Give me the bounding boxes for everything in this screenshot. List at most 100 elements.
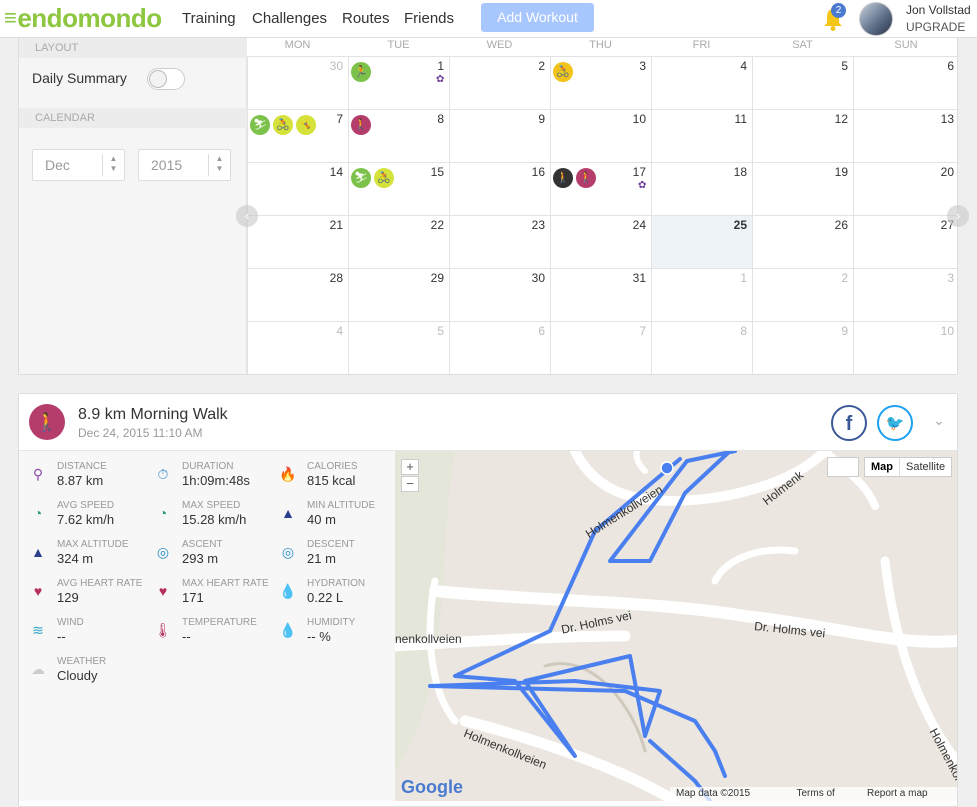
nav-challenges[interactable]: Challenges xyxy=(252,10,327,27)
day-number: 7 xyxy=(639,324,646,338)
skiing-icon[interactable]: ⛷ xyxy=(351,168,371,188)
day-header: TUE xyxy=(387,39,410,51)
day-number: 11 xyxy=(734,112,747,126)
calendar-day-cell[interactable]: 4 xyxy=(651,56,752,109)
next-month-button[interactable]: › xyxy=(947,205,969,227)
calendar-day-cell[interactable]: 24 xyxy=(550,215,651,268)
calendar-day-cell[interactable]: 12 xyxy=(752,109,853,162)
speedometer-icon: ◔ xyxy=(33,505,43,521)
walking-icon[interactable]: 🚶 xyxy=(576,168,596,188)
calendar-day-cell[interactable]: 11 xyxy=(651,109,752,162)
medal-icon[interactable]: ✿ xyxy=(638,181,648,191)
workout-stats: ⚲ DISTANCE 8.87 km ⏱ DURATION 1h:09m:48s 🔥 CALO… xyxy=(19,451,395,801)
calendar-day-cell[interactable]: 14 xyxy=(247,162,348,215)
day-number: 15 xyxy=(430,165,444,179)
calendar-day-cell[interactable]: 27 xyxy=(853,215,959,268)
map-type-control[interactable]: Map Satellite xyxy=(864,457,953,477)
calendar-day-cell[interactable]: 10 xyxy=(550,109,651,162)
calendar-day-cell[interactable]: 6 xyxy=(449,321,550,374)
nav-routes[interactable]: Routes xyxy=(342,10,390,27)
map-type-map[interactable]: Map xyxy=(865,458,900,476)
calendar-day-cell[interactable]: 25 xyxy=(651,215,752,268)
calendar-day-cell[interactable]: 31 xyxy=(550,268,651,321)
workout-title[interactable]: 8.9 km Morning Walk xyxy=(78,406,228,424)
calendar-day-cell[interactable]: 18 xyxy=(651,162,752,215)
fitness-icon[interactable]: 🤸 xyxy=(296,115,316,135)
calendar-day-cell[interactable]: 23 xyxy=(449,215,550,268)
day-header: THU xyxy=(589,39,612,51)
calendar-day-cell[interactable]: 20 xyxy=(853,162,959,215)
calendar-day-cell[interactable]: 30 xyxy=(247,56,348,109)
terms-link[interactable]: Terms of Use xyxy=(790,787,861,801)
walking-icon[interactable]: 🚶 xyxy=(351,115,371,135)
zoom-in-button[interactable]: + xyxy=(401,459,419,475)
day-header: SAT xyxy=(792,39,813,51)
day-number: 6 xyxy=(947,59,954,73)
facebook-share-icon[interactable]: f xyxy=(831,405,867,441)
stat-wind: ≋ WIND -- xyxy=(19,617,144,653)
calendar-day-cell[interactable]: 13 xyxy=(853,109,959,162)
nav-friends[interactable]: Friends xyxy=(404,10,454,27)
stat-value: 21 m xyxy=(307,551,336,566)
calendar-day-cell[interactable]: 1 xyxy=(651,268,752,321)
calendar-day-cell[interactable]: 3 xyxy=(853,268,959,321)
stat-value: 171 xyxy=(182,590,204,605)
month-select[interactable]: Dec ▲ ▼ xyxy=(32,149,125,181)
calendar-day-cell[interactable]: 7 xyxy=(550,321,651,374)
running-icon[interactable]: 🏃 xyxy=(351,62,371,82)
chevron-down-icon[interactable]: ⌄ xyxy=(933,412,945,429)
endomondo-logo[interactable]: ≡ endomondo xyxy=(4,3,162,33)
daily-summary-toggle[interactable] xyxy=(147,68,185,90)
skiing-icon[interactable]: ⛷ xyxy=(250,115,270,135)
calendar-day-cell[interactable]: 22 xyxy=(348,215,449,268)
cycling-icon[interactable]: 🚴 xyxy=(273,115,293,135)
calendar-day-cell[interactable]: 21 xyxy=(247,215,348,268)
calendar-day-cell[interactable]: 5 xyxy=(348,321,449,374)
calendar-day-cell[interactable]: 30 xyxy=(449,268,550,321)
calendar-day-cell[interactable]: 9 xyxy=(752,321,853,374)
day-number: 19 xyxy=(834,165,848,179)
day-number: 13 xyxy=(940,112,954,126)
add-workout-button[interactable]: Add Workout xyxy=(481,3,594,32)
year-select[interactable]: 2015 ▲ ▼ xyxy=(138,149,231,181)
cycling-icon[interactable]: 🚴 xyxy=(374,168,394,188)
upgrade-link[interactable]: UPGRADE xyxy=(906,20,965,34)
avatar[interactable] xyxy=(859,2,893,36)
user-name[interactable]: Jon Vollstad xyxy=(906,3,971,17)
road-label: nenkollveien xyxy=(395,632,462,646)
calendar-day-cell[interactable]: 2 xyxy=(752,268,853,321)
compass-icon: ◎ xyxy=(156,544,170,560)
stat-label: DESCENT xyxy=(307,539,355,550)
route-map[interactable]: Holmenkollveien Holmenk Dr. Holms vei Dr… xyxy=(395,451,957,801)
medal-icon[interactable]: ✿ xyxy=(436,75,446,85)
calendar-sidebar: LAYOUT Daily Summary CALENDAR Dec ▲ ▼ 201… xyxy=(19,38,247,374)
calendar-day-cell[interactable]: 26 xyxy=(752,215,853,268)
calendar-day-cell[interactable]: 9 xyxy=(449,109,550,162)
calendar-day-cell[interactable]: 16 xyxy=(449,162,550,215)
day-number: 20 xyxy=(940,165,954,179)
calendar-day-cell[interactable]: 4 xyxy=(247,321,348,374)
calendar-day-cell[interactable]: 29 xyxy=(348,268,449,321)
cycling-icon[interactable]: 🚴 xyxy=(553,62,573,82)
map-type-satellite[interactable]: Satellite xyxy=(900,458,951,476)
stat-value: 815 kcal xyxy=(307,473,356,488)
calendar-day-cell[interactable]: 19 xyxy=(752,162,853,215)
calendar-day-cell[interactable]: 8 xyxy=(651,321,752,374)
twitter-share-icon[interactable]: 🐦 xyxy=(877,405,913,441)
prev-month-button[interactable]: ‹ xyxy=(236,205,258,227)
stat-label: MAX SPEED xyxy=(182,500,241,511)
year-value: 2015 xyxy=(151,157,183,173)
calendar-day-cell[interactable]: 2 xyxy=(449,56,550,109)
logo-icon: ≡ xyxy=(4,5,17,30)
calendar-day-cell[interactable]: 10 xyxy=(853,321,959,374)
nav-training[interactable]: Training xyxy=(182,10,236,27)
report-error-link[interactable]: Report a map error xyxy=(861,787,957,801)
stat-label: CALORIES xyxy=(307,461,358,472)
zoom-out-button[interactable]: − xyxy=(401,476,419,492)
fullscreen-icon[interactable] xyxy=(827,457,859,477)
walking-icon[interactable]: 🚶 xyxy=(553,168,573,188)
calendar-day-cell[interactable]: 6 xyxy=(853,56,959,109)
calendar-day-cell[interactable]: 5 xyxy=(752,56,853,109)
calendar-day-cell[interactable]: 28 xyxy=(247,268,348,321)
day-header: WED xyxy=(486,39,513,51)
